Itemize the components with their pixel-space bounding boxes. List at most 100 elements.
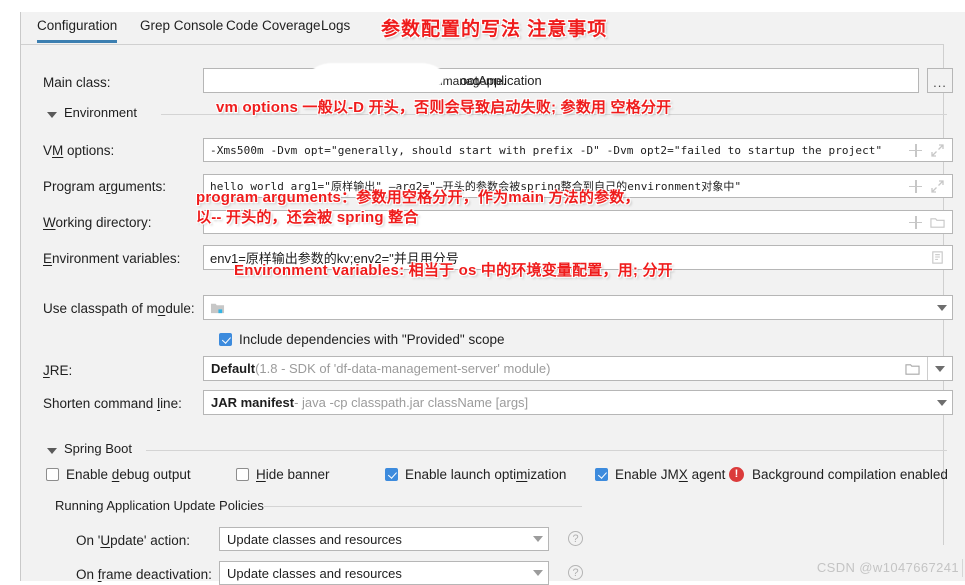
- spring-boot-collapse-icon[interactable]: [47, 448, 57, 454]
- on-frame-label-pre: On: [76, 567, 98, 582]
- tab-logs[interactable]: Logs: [321, 16, 350, 40]
- on-frame-deactivation-value: Update classes and resources: [227, 565, 402, 581]
- jre-browse-folder-icon[interactable]: [897, 362, 927, 376]
- include-dependencies-label: Include dependencies with "Provided" sco…: [239, 332, 505, 347]
- environment-collapse-icon[interactable]: [47, 112, 57, 118]
- module-folder-icon: [204, 301, 225, 315]
- tab-logs-label: Logs: [321, 18, 351, 33]
- folder-icon[interactable]: [930, 215, 945, 230]
- tab-code-coverage-label: Code Coverage: [226, 18, 321, 33]
- jre-label: JRE:: [43, 363, 72, 378]
- spring-boot-section-label: Spring Boot: [64, 441, 132, 456]
- annotation-program-arguments-line2: 以-- 开头的，还会被 spring 整合: [196, 209, 419, 226]
- main-class-value-right: ootApplication: [460, 73, 542, 88]
- use-classpath-dropdown-arrow[interactable]: [932, 296, 952, 319]
- add-icon[interactable]: [908, 179, 923, 194]
- environment-variables-actions: [930, 250, 952, 265]
- checkbox-box[interactable]: [385, 468, 398, 481]
- on-frame-deactivation-combo[interactable]: Update classes and resources: [219, 561, 549, 585]
- error-icon: !: [729, 467, 744, 482]
- list-edit-icon[interactable]: [930, 250, 945, 265]
- vm-options-label-post: options:: [63, 143, 115, 158]
- jre-label-post: RE:: [49, 363, 73, 378]
- add-icon[interactable]: [908, 215, 923, 230]
- spring-boot-section-divider: [146, 450, 947, 451]
- background-compilation-label: Background compilation enabled: [752, 467, 948, 482]
- include-dependencies-checkbox[interactable]: Include dependencies with "Provided" sco…: [219, 332, 505, 347]
- program-arguments-label: Program arguments:: [43, 179, 166, 194]
- use-classpath-of-module-combo[interactable]: [203, 295, 953, 320]
- hide-banner-label: Hide banner: [256, 467, 330, 482]
- spring-boot-section-text: Spring Boot: [64, 441, 132, 456]
- update-policies-section-text: Running Application Update Policies: [55, 498, 264, 513]
- page-top-margin: [0, 0, 965, 12]
- main-class-label: Main class:: [43, 75, 111, 90]
- vm-options-input[interactable]: -Xms500m -Dvm opt="generally, should sta…: [203, 138, 953, 162]
- tab-grep-console-label: Grep Console: [140, 18, 224, 33]
- expand-icon[interactable]: [930, 143, 945, 158]
- vm-options-label: VM options:: [43, 143, 114, 158]
- on-update-label-mnemonic: U: [100, 533, 111, 548]
- configuration-form: Main class: ...taimanageme. ootApplicati…: [21, 44, 953, 585]
- vm-options-actions: [908, 142, 952, 158]
- enable-debug-output-label: Enable debug output: [66, 467, 191, 482]
- shorten-cmd-label-post: ine:: [160, 396, 182, 411]
- use-classpath-label-pre: Use classpath of m: [43, 301, 158, 316]
- enable-launch-optimization-checkbox[interactable]: Enable launch optimization: [385, 467, 566, 482]
- checkbox-box[interactable]: [219, 333, 232, 346]
- on-update-action-label: On 'Update' action:: [76, 533, 190, 548]
- use-classpath-label-post: dule:: [165, 301, 195, 316]
- shorten-command-line-label: Shorten command line:: [43, 396, 182, 411]
- shorten-command-line-combo[interactable]: JAR manifest - java -cp classpath.jar cl…: [203, 390, 953, 415]
- annotation-vm-options: vm options 一般以-D 开头，否则会导致启动失败; 参数用 空格分开: [216, 99, 672, 116]
- shorten-command-line-value: JAR manifest: [211, 395, 295, 410]
- tab-code-coverage[interactable]: Code Coverage: [226, 16, 321, 40]
- hide-banner-checkbox[interactable]: Hide banner: [236, 467, 330, 482]
- on-frame-help-icon[interactable]: ?: [568, 565, 583, 580]
- watermark: CSDN @w1047667241: [816, 560, 959, 575]
- use-classpath-of-module-label: Use classpath of module:: [43, 301, 195, 316]
- environment-variables-label-mnemonic: E: [43, 251, 53, 266]
- jre-dropdown-arrow[interactable]: [927, 357, 952, 380]
- tab-grep-console[interactable]: Grep Console: [140, 16, 223, 40]
- jre-combo[interactable]: Default (1.8 - SDK of 'df-data-managemen…: [203, 356, 953, 381]
- jre-value-hint: (1.8 - SDK of 'df-data-management-server…: [255, 361, 551, 376]
- on-frame-label-post: rame deactivation:: [101, 567, 212, 582]
- jre-label-mnemonic: J: [43, 363, 50, 378]
- checkbox-box[interactable]: [595, 468, 608, 481]
- checkbox-box[interactable]: [236, 468, 249, 481]
- background-compilation-status: ! Background compilation enabled: [729, 467, 948, 482]
- update-policies-section-label: Running Application Update Policies: [55, 498, 264, 513]
- page-left-margin: [0, 0, 20, 581]
- enable-jmx-agent-checkbox[interactable]: Enable JMX agent: [595, 467, 725, 482]
- tab-configuration[interactable]: Configuration: [37, 16, 118, 43]
- annotation-environment-variables: Environment variables: 相当于 os 中的环境变量配置，用…: [234, 262, 673, 279]
- on-update-label-pre: On ': [76, 533, 101, 548]
- update-policies-divider: [264, 506, 582, 507]
- enable-debug-output-checkbox[interactable]: Enable debug output: [46, 467, 191, 482]
- on-update-dropdown-arrow[interactable]: [528, 528, 548, 550]
- on-update-action-value: Update classes and resources: [227, 531, 402, 547]
- main-class-redaction-blob: [309, 63, 444, 91]
- on-update-action-combo[interactable]: Update classes and resources: [219, 527, 549, 551]
- jre-value: Default: [211, 361, 256, 376]
- main-class-browse-button[interactable]: ...: [927, 68, 953, 93]
- idea-run-configuration-dialog: Configuration Grep Console Code Coverage…: [0, 0, 965, 585]
- working-directory-label-mnemonic: W: [43, 215, 56, 230]
- add-icon[interactable]: [908, 143, 923, 158]
- working-directory-actions: [908, 214, 952, 230]
- program-arguments-label-pre: Program a: [43, 179, 107, 194]
- shorten-command-line-dropdown-arrow[interactable]: [932, 391, 952, 414]
- annotation-program-arguments-line1: program arguments：参数用空格分开，作为main 方法的参数，: [196, 189, 640, 206]
- vm-options-value: -Xms500m -Dvm opt="generally, should sta…: [210, 143, 883, 157]
- watermark-cursor-bar: [962, 559, 963, 577]
- environment-variables-label-post: nvironment variables:: [52, 251, 181, 266]
- expand-icon[interactable]: [930, 179, 945, 194]
- working-directory-label-post: orking directory:: [55, 215, 152, 230]
- annotation-title: 参数配置的写法 注意事项: [381, 19, 608, 40]
- checkbox-box[interactable]: [46, 468, 59, 481]
- vm-options-label-pre: V: [43, 143, 53, 158]
- environment-variables-label: Environment variables:: [43, 251, 180, 266]
- on-update-help-icon[interactable]: ?: [568, 531, 583, 546]
- vm-options-label-mnemonic: M: [52, 143, 64, 158]
